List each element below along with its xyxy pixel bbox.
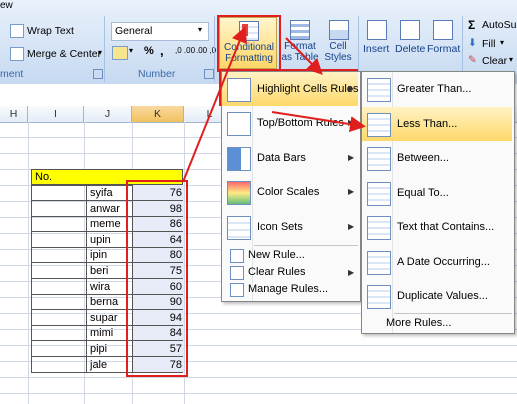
arrow-cf-to-highlight: [285, 37, 323, 75]
arrow-values-to-cf: [182, 26, 247, 183]
annotation-arrows: [182, 26, 366, 183]
arrow-highlight-to-less-than: [271, 111, 366, 133]
